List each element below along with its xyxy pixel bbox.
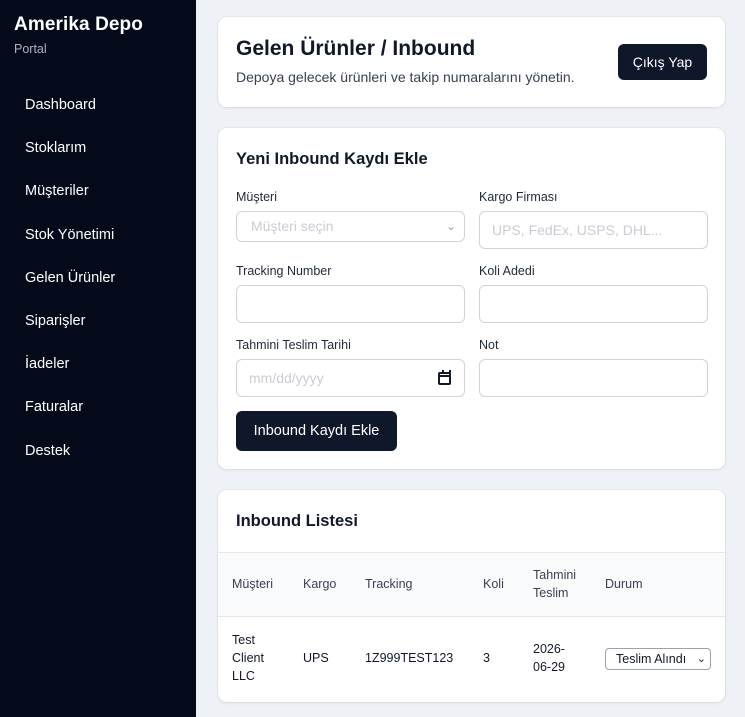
sidebar-item-returns[interactable]: İadeler xyxy=(0,343,196,386)
customer-label: Müşteri xyxy=(236,190,277,204)
column-header-eta-line2: Teslim xyxy=(533,586,569,600)
note-label: Not xyxy=(479,338,499,352)
eta-date-input[interactable]: mm/dd/yyyy xyxy=(236,359,465,397)
calendar-icon[interactable] xyxy=(438,370,451,385)
add-inbound-button[interactable]: Inbound Kaydı Ekle xyxy=(236,411,397,451)
cell-customer-line2: Client xyxy=(232,651,264,665)
carrier-input[interactable] xyxy=(479,211,708,249)
sidebar-item-dashboard[interactable]: Dashboard xyxy=(0,84,196,127)
list-title: Inbound Listesi xyxy=(236,512,358,530)
cell-tracking: 1Z999TEST123 xyxy=(365,651,454,665)
sidebar: Amerika Depo Portal Dashboard Stoklarım … xyxy=(0,0,196,717)
column-header-eta-line1: Tahmini xyxy=(533,568,577,582)
sidebar-item-stock-management[interactable]: Stok Yönetimi xyxy=(0,214,196,257)
customer-select-value: Müşteri seçin xyxy=(251,218,334,234)
brand-subtitle: Portal xyxy=(14,42,47,56)
column-header-customer: Müşteri xyxy=(232,577,273,591)
table-header: Müşteri Kargo Tracking Koli Tahmini Tesl… xyxy=(218,552,725,617)
cell-customer-line3: LLC xyxy=(232,669,255,683)
page-title: Gelen Ürünler / Inbound xyxy=(236,37,476,60)
sidebar-item-stocks[interactable]: Stoklarım xyxy=(0,127,196,170)
page-subtitle: Depoya gelecek ürünleri ve takip numaral… xyxy=(236,69,575,85)
tracking-input[interactable] xyxy=(236,285,465,323)
carrier-label: Kargo Firması xyxy=(479,190,558,204)
logout-button[interactable]: Çıkış Yap xyxy=(618,44,707,80)
inbound-form-card: Yeni Inbound Kaydı Ekle Müşteri Müşteri … xyxy=(218,128,725,469)
status-select-value: Teslim Alındı xyxy=(616,652,687,666)
cell-customer-line1: Test xyxy=(232,633,255,647)
cell-eta-line1: 2026- xyxy=(533,642,565,656)
cell-carrier: UPS xyxy=(303,651,329,665)
customer-select[interactable]: Müşteri seçin ⌄ xyxy=(236,211,465,242)
column-header-boxes: Koli xyxy=(483,577,504,591)
sidebar-item-customers[interactable]: Müşteriler xyxy=(0,170,196,213)
sidebar-item-invoices[interactable]: Faturalar xyxy=(0,386,196,429)
eta-date-placeholder: mm/dd/yyyy xyxy=(249,370,324,386)
boxes-input[interactable] xyxy=(479,285,708,323)
chevron-down-icon: ⌄ xyxy=(445,219,456,233)
chevron-down-icon: ⌄ xyxy=(696,653,706,665)
form-title: Yeni Inbound Kaydı Ekle xyxy=(236,150,428,168)
column-header-status: Durum xyxy=(605,577,643,591)
status-select[interactable]: Teslim Alındı ⌄ xyxy=(605,648,711,670)
brand-title: Amerika Depo xyxy=(14,14,143,35)
tracking-label: Tracking Number xyxy=(236,264,332,278)
eta-label: Tahmini Teslim Tarihi xyxy=(236,338,351,352)
sidebar-item-support[interactable]: Destek xyxy=(0,430,196,473)
column-header-tracking: Tracking xyxy=(365,577,413,591)
cell-boxes: 3 xyxy=(483,651,490,665)
cell-eta-line2: 06-29 xyxy=(533,660,565,674)
sidebar-item-orders[interactable]: Siparişler xyxy=(0,300,196,343)
sidebar-item-inbound[interactable]: Gelen Ürünler xyxy=(0,257,196,300)
main-content: Gelen Ürünler / Inbound Depoya gelecek ü… xyxy=(196,0,745,717)
note-input[interactable] xyxy=(479,359,708,397)
inbound-list-card: Inbound Listesi Müşteri Kargo Tracking K… xyxy=(218,490,725,702)
page-header-card: Gelen Ürünler / Inbound Depoya gelecek ü… xyxy=(218,17,725,107)
boxes-label: Koli Adedi xyxy=(479,264,535,278)
column-header-carrier: Kargo xyxy=(303,577,337,591)
sidebar-nav: Dashboard Stoklarım Müşteriler Stok Yöne… xyxy=(0,84,196,473)
